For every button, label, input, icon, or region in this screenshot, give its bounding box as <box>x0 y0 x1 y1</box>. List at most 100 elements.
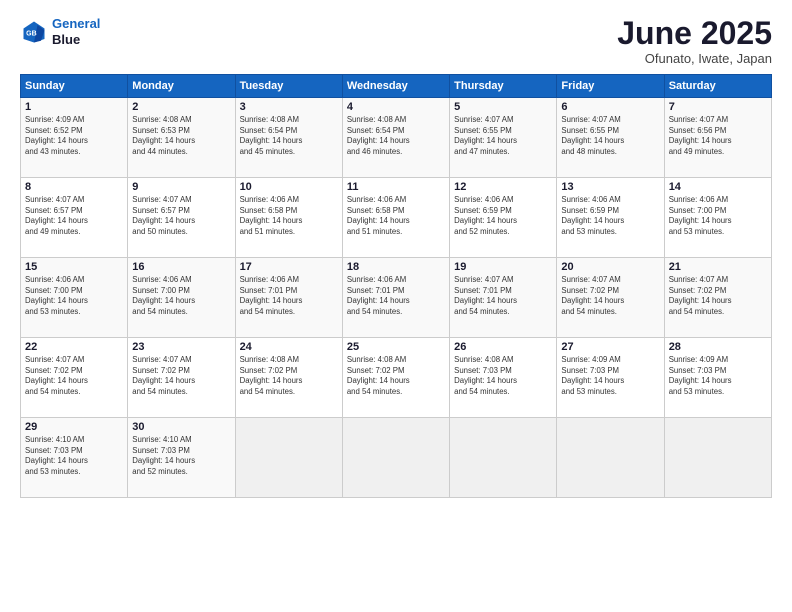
day-number: 1 <box>25 101 123 113</box>
day-number: 24 <box>240 341 338 353</box>
calendar-cell <box>235 418 342 498</box>
day-info: Sunrise: 4:06 AM Sunset: 7:00 PM Dayligh… <box>25 275 123 317</box>
day-info: Sunrise: 4:07 AM Sunset: 7:01 PM Dayligh… <box>454 275 552 317</box>
day-number: 6 <box>561 101 659 113</box>
page: GB General Blue June 2025 Ofunato, Iwate… <box>0 0 792 612</box>
calendar-cell: 11Sunrise: 4:06 AM Sunset: 6:58 PM Dayli… <box>342 178 449 258</box>
logo-text: General Blue <box>52 16 100 47</box>
calendar-cell: 27 Sunrise: 4:09 AM Sunset: 7:03 PM Dayli… <box>557 338 664 418</box>
day-info: Sunrise: 4:07 AM Sunset: 7:02 PM Dayligh… <box>669 275 767 317</box>
day-info: Sunrise: 4:06 AM Sunset: 7:01 PM Dayligh… <box>240 275 338 317</box>
calendar-cell: 15Sunrise: 4:06 AM Sunset: 7:00 PM Dayli… <box>21 258 128 338</box>
calendar-cell: 12Sunrise: 4:06 AM Sunset: 6:59 PM Dayli… <box>450 178 557 258</box>
calendar-cell: 5Sunrise: 4:07 AM Sunset: 6:55 PM Daylig… <box>450 98 557 178</box>
day-number: 7 <box>669 101 767 113</box>
day-number: 25 <box>347 341 445 353</box>
day-info: Sunrise: 4:09 AM Sunset: 7:03 PM Dayligh… <box>669 355 767 397</box>
day-info: Sunrise: 4:06 AM Sunset: 7:00 PM Dayligh… <box>669 195 767 237</box>
calendar-cell <box>557 418 664 498</box>
day-info: Sunrise: 4:06 AM Sunset: 6:59 PM Dayligh… <box>561 195 659 237</box>
calendar-cell: 18 Sunrise: 4:06 AM Sunset: 7:01 PM Dayli… <box>342 258 449 338</box>
day-number: 18 <box>347 261 445 273</box>
calendar-cell: 28 Sunrise: 4:09 AM Sunset: 7:03 PM Dayli… <box>664 338 771 418</box>
day-number: 9 <box>132 181 230 193</box>
day-number: 8 <box>25 181 123 193</box>
day-number: 29 <box>25 421 123 433</box>
day-number: 14 <box>669 181 767 193</box>
calendar-cell: 3 Sunrise: 4:08 AM Sunset: 6:54 PM Daylig… <box>235 98 342 178</box>
title-block: June 2025 Ofunato, Iwate, Japan <box>617 16 772 66</box>
calendar-cell: 6 Sunrise: 4:07 AM Sunset: 6:55 PM Daylig… <box>557 98 664 178</box>
day-info: Sunrise: 4:07 AM Sunset: 6:57 PM Dayligh… <box>25 195 123 237</box>
col-header-saturday: Saturday <box>664 75 771 98</box>
day-number: 11 <box>347 181 445 193</box>
calendar-cell: 9 Sunrise: 4:07 AM Sunset: 6:57 PM Daylig… <box>128 178 235 258</box>
logo: GB General Blue <box>20 16 100 47</box>
day-number: 26 <box>454 341 552 353</box>
day-info: Sunrise: 4:08 AM Sunset: 6:54 PM Dayligh… <box>240 115 338 157</box>
calendar-cell: 25 Sunrise: 4:08 AM Sunset: 7:02 PM Dayli… <box>342 338 449 418</box>
day-number: 5 <box>454 101 552 113</box>
day-number: 12 <box>454 181 552 193</box>
calendar-cell: 2 Sunrise: 4:08 AM Sunset: 6:53 PM Daylig… <box>128 98 235 178</box>
day-info: Sunrise: 4:07 AM Sunset: 6:56 PM Dayligh… <box>669 115 767 157</box>
day-info: Sunrise: 4:06 AM Sunset: 7:00 PM Dayligh… <box>132 275 230 317</box>
day-number: 21 <box>669 261 767 273</box>
day-info: Sunrise: 4:09 AM Sunset: 7:03 PM Dayligh… <box>561 355 659 397</box>
day-info: Sunrise: 4:06 AM Sunset: 6:58 PM Dayligh… <box>240 195 338 237</box>
day-info: Sunrise: 4:08 AM Sunset: 7:02 PM Dayligh… <box>240 355 338 397</box>
day-info: Sunrise: 4:09 AM Sunset: 6:52 PM Dayligh… <box>25 115 123 157</box>
calendar-cell: 22 Sunrise: 4:07 AM Sunset: 7:02 PM Dayli… <box>21 338 128 418</box>
day-number: 23 <box>132 341 230 353</box>
calendar-cell: 4 Sunrise: 4:08 AM Sunset: 6:54 PM Daylig… <box>342 98 449 178</box>
calendar-cell: 13Sunrise: 4:06 AM Sunset: 6:59 PM Dayli… <box>557 178 664 258</box>
day-info: Sunrise: 4:07 AM Sunset: 6:55 PM Dayligh… <box>561 115 659 157</box>
day-info: Sunrise: 4:08 AM Sunset: 6:54 PM Dayligh… <box>347 115 445 157</box>
calendar-cell <box>664 418 771 498</box>
day-info: Sunrise: 4:08 AM Sunset: 6:53 PM Dayligh… <box>132 115 230 157</box>
calendar-cell <box>450 418 557 498</box>
day-info: Sunrise: 4:08 AM Sunset: 7:03 PM Dayligh… <box>454 355 552 397</box>
day-number: 3 <box>240 101 338 113</box>
calendar-cell: 21 Sunrise: 4:07 AM Sunset: 7:02 PM Dayli… <box>664 258 771 338</box>
calendar-cell: 24 Sunrise: 4:08 AM Sunset: 7:02 PM Dayli… <box>235 338 342 418</box>
location: Ofunato, Iwate, Japan <box>617 51 772 66</box>
day-info: Sunrise: 4:10 AM Sunset: 7:03 PM Dayligh… <box>25 435 123 477</box>
calendar-cell: 30 Sunrise: 4:10 AM Sunset: 7:03 PM Dayli… <box>128 418 235 498</box>
day-number: 27 <box>561 341 659 353</box>
calendar-cell: 16Sunrise: 4:06 AM Sunset: 7:00 PM Dayli… <box>128 258 235 338</box>
calendar-cell: 7 Sunrise: 4:07 AM Sunset: 6:56 PM Daylig… <box>664 98 771 178</box>
day-info: Sunrise: 4:07 AM Sunset: 7:02 PM Dayligh… <box>25 355 123 397</box>
col-header-sunday: Sunday <box>21 75 128 98</box>
calendar-cell: 17 Sunrise: 4:06 AM Sunset: 7:01 PM Dayli… <box>235 258 342 338</box>
day-number: 10 <box>240 181 338 193</box>
calendar-cell: 1 Sunrise: 4:09 AM Sunset: 6:52 PM Daylig… <box>21 98 128 178</box>
day-info: Sunrise: 4:07 AM Sunset: 7:02 PM Dayligh… <box>132 355 230 397</box>
day-number: 17 <box>240 261 338 273</box>
day-number: 22 <box>25 341 123 353</box>
day-number: 19 <box>454 261 552 273</box>
calendar-cell: 10 Sunrise: 4:06 AM Sunset: 6:58 PM Dayli… <box>235 178 342 258</box>
col-header-tuesday: Tuesday <box>235 75 342 98</box>
day-number: 2 <box>132 101 230 113</box>
day-info: Sunrise: 4:08 AM Sunset: 7:02 PM Dayligh… <box>347 355 445 397</box>
month-title: June 2025 <box>617 16 772 51</box>
col-header-thursday: Thursday <box>450 75 557 98</box>
calendar-cell: 20Sunrise: 4:07 AM Sunset: 7:02 PM Dayli… <box>557 258 664 338</box>
day-info: Sunrise: 4:07 AM Sunset: 6:57 PM Dayligh… <box>132 195 230 237</box>
calendar-cell: 23 Sunrise: 4:07 AM Sunset: 7:02 PM Dayli… <box>128 338 235 418</box>
calendar-cell: 14 Sunrise: 4:06 AM Sunset: 7:00 PM Dayli… <box>664 178 771 258</box>
calendar-cell: 26 Sunrise: 4:08 AM Sunset: 7:03 PM Dayli… <box>450 338 557 418</box>
calendar-cell <box>342 418 449 498</box>
day-info: Sunrise: 4:07 AM Sunset: 7:02 PM Dayligh… <box>561 275 659 317</box>
day-info: Sunrise: 4:06 AM Sunset: 7:01 PM Dayligh… <box>347 275 445 317</box>
col-header-wednesday: Wednesday <box>342 75 449 98</box>
day-number: 28 <box>669 341 767 353</box>
day-number: 4 <box>347 101 445 113</box>
logo-icon: GB <box>20 18 48 46</box>
col-header-monday: Monday <box>128 75 235 98</box>
svg-text:GB: GB <box>26 30 37 37</box>
day-info: Sunrise: 4:10 AM Sunset: 7:03 PM Dayligh… <box>132 435 230 477</box>
day-number: 30 <box>132 421 230 433</box>
header: GB General Blue June 2025 Ofunato, Iwate… <box>20 16 772 66</box>
